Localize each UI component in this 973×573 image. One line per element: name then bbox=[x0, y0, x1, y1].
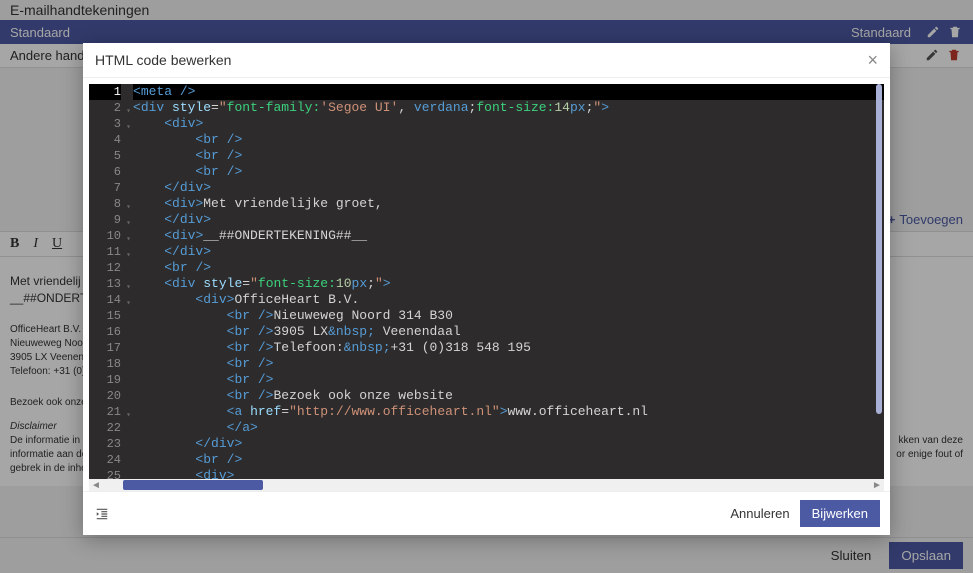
modal-header: HTML code bewerken × bbox=[83, 43, 890, 78]
horizontal-scrollbar[interactable]: ◄ ► bbox=[89, 479, 884, 491]
outdent-icon[interactable] bbox=[93, 507, 111, 521]
code-editor[interactable]: 12▾3▾45678▾9▾10▾11▾1213▾14▾1516171819202… bbox=[89, 84, 884, 491]
vertical-scrollbar[interactable] bbox=[876, 84, 882, 473]
modal-title: HTML code bewerken bbox=[95, 52, 231, 68]
scroll-left-icon[interactable]: ◄ bbox=[89, 479, 103, 491]
scroll-thumb[interactable] bbox=[876, 84, 882, 414]
cancel-button[interactable]: Annuleren bbox=[720, 500, 799, 527]
scroll-thumb[interactable] bbox=[123, 480, 263, 490]
update-button[interactable]: Bijwerken bbox=[800, 500, 880, 527]
code-area[interactable]: <meta /><div style="font-family:'Segoe U… bbox=[133, 84, 884, 491]
html-code-modal: HTML code bewerken × 12▾3▾45678▾9▾10▾11▾… bbox=[83, 43, 890, 535]
scroll-right-icon[interactable]: ► bbox=[870, 479, 884, 491]
close-icon[interactable]: × bbox=[867, 51, 878, 69]
code-editor-wrap: 12▾3▾45678▾9▾10▾11▾1213▾14▾1516171819202… bbox=[83, 78, 890, 491]
modal-footer: Annuleren Bijwerken bbox=[83, 491, 890, 535]
line-gutter: 12▾3▾45678▾9▾10▾11▾1213▾14▾1516171819202… bbox=[89, 84, 123, 491]
